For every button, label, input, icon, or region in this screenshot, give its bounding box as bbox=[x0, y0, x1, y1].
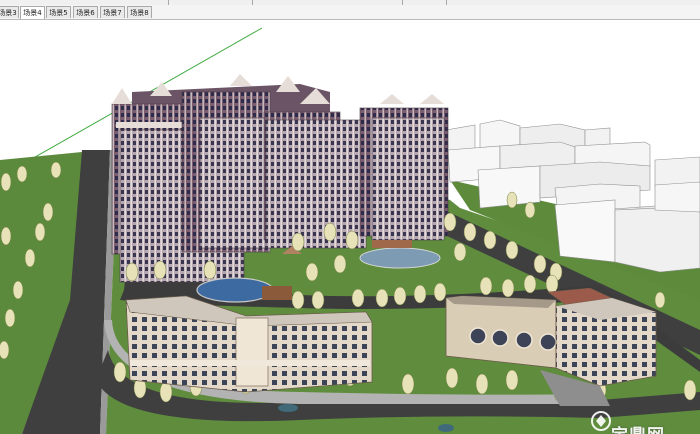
tab-scene-5[interactable]: 场景5 bbox=[46, 6, 71, 18]
model-viewport[interactable]: 定鼎网 bbox=[0, 20, 700, 434]
scene-tab-bar: 场景3 场景4 场景5 场景6 场景7 场景8 bbox=[0, 5, 700, 20]
tab-scene-3[interactable]: 场景3 bbox=[0, 6, 19, 18]
tab-scene-7[interactable]: 场景7 bbox=[100, 6, 125, 18]
tab-scene-6[interactable]: 场景6 bbox=[73, 6, 98, 18]
watermark-text: 定鼎网 bbox=[611, 421, 665, 434]
model-render bbox=[0, 27, 700, 434]
tab-scene-8[interactable]: 场景8 bbox=[127, 6, 152, 18]
sketchup-window: 场景3 场景4 场景5 场景6 场景7 场景8 bbox=[0, 0, 700, 434]
tab-scene-4[interactable]: 场景4 bbox=[20, 6, 45, 19]
